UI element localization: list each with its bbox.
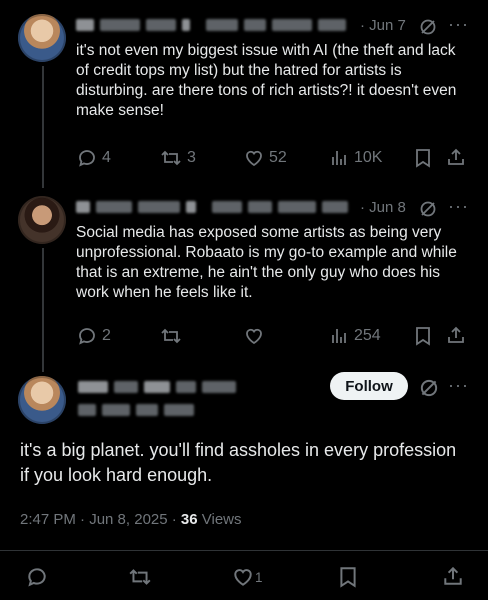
blurred-username	[76, 19, 346, 31]
reply-icon	[79, 150, 95, 167]
like-icon	[246, 328, 262, 345]
views-count: 36	[180, 511, 198, 528]
thread-connector	[42, 66, 44, 188]
bookmark-icon[interactable]	[338, 566, 358, 593]
thread-connector	[42, 248, 44, 372]
bookmark-icon[interactable]	[414, 326, 432, 351]
views-label: Views	[197, 511, 242, 528]
grok-icon[interactable]	[418, 377, 440, 404]
avatar[interactable]	[18, 376, 66, 424]
post-date[interactable]: · Jun 8	[360, 199, 406, 216]
repost-button[interactable]: 3	[160, 148, 196, 168]
share-icon[interactable]	[446, 147, 466, 172]
like-button[interactable]	[244, 326, 264, 346]
repost-icon	[161, 150, 181, 166]
reply-button[interactable]: 2	[77, 326, 111, 346]
repost-count: 3	[187, 149, 196, 166]
bookmark-icon[interactable]	[414, 148, 432, 173]
like-count: 1	[255, 569, 263, 585]
views-icon	[332, 151, 346, 165]
main-post-text: it's a big planet. you'll find assholes …	[20, 440, 457, 485]
views-button[interactable]: 10K	[329, 148, 382, 168]
avatar[interactable]	[18, 14, 66, 62]
views-count: 10K	[354, 149, 383, 166]
blurred-username	[76, 201, 348, 213]
avatar[interactable]	[18, 196, 66, 244]
repost-icon	[161, 328, 181, 344]
views-icon	[332, 329, 346, 343]
reply-count: 4	[102, 149, 111, 166]
grok-icon[interactable]	[418, 17, 438, 42]
repost-button[interactable]	[160, 326, 182, 346]
like-button[interactable]: 52	[244, 148, 287, 168]
reply-count: 2	[102, 327, 111, 344]
like-button[interactable]: 1	[232, 566, 263, 588]
share-icon[interactable]	[442, 565, 464, 592]
more-icon[interactable]: ···	[448, 375, 469, 396]
more-icon[interactable]: ···	[448, 14, 469, 35]
like-count: 52	[269, 149, 287, 166]
more-icon[interactable]: ···	[448, 196, 469, 217]
post-timestamp[interactable]: 2:47 PM · Jun 8, 2025 · 36 Views	[20, 511, 242, 528]
timestamp-text: 2:47 PM · Jun 8, 2025 ·	[20, 511, 181, 528]
divider	[0, 550, 488, 551]
follow-button[interactable]: Follow	[330, 372, 408, 400]
like-icon	[246, 150, 262, 167]
blurred-handle	[78, 404, 194, 416]
post-text: it's not even my biggest issue with AI (…	[76, 42, 457, 119]
grok-icon[interactable]	[418, 199, 438, 224]
share-icon[interactable]	[446, 325, 466, 350]
post-text: Social media has exposed some artists as…	[76, 224, 457, 301]
reply-button[interactable]	[26, 566, 48, 593]
repost-icon	[129, 569, 151, 585]
views-count: 254	[354, 327, 381, 344]
repost-button[interactable]	[128, 566, 152, 593]
blurred-username	[78, 381, 236, 393]
views-button[interactable]: 254	[329, 326, 381, 346]
reply-icon	[28, 568, 46, 587]
reply-button[interactable]: 4	[77, 148, 111, 168]
reply-icon	[79, 328, 95, 345]
post-date[interactable]: · Jun 7	[360, 17, 406, 34]
like-icon	[234, 569, 252, 586]
